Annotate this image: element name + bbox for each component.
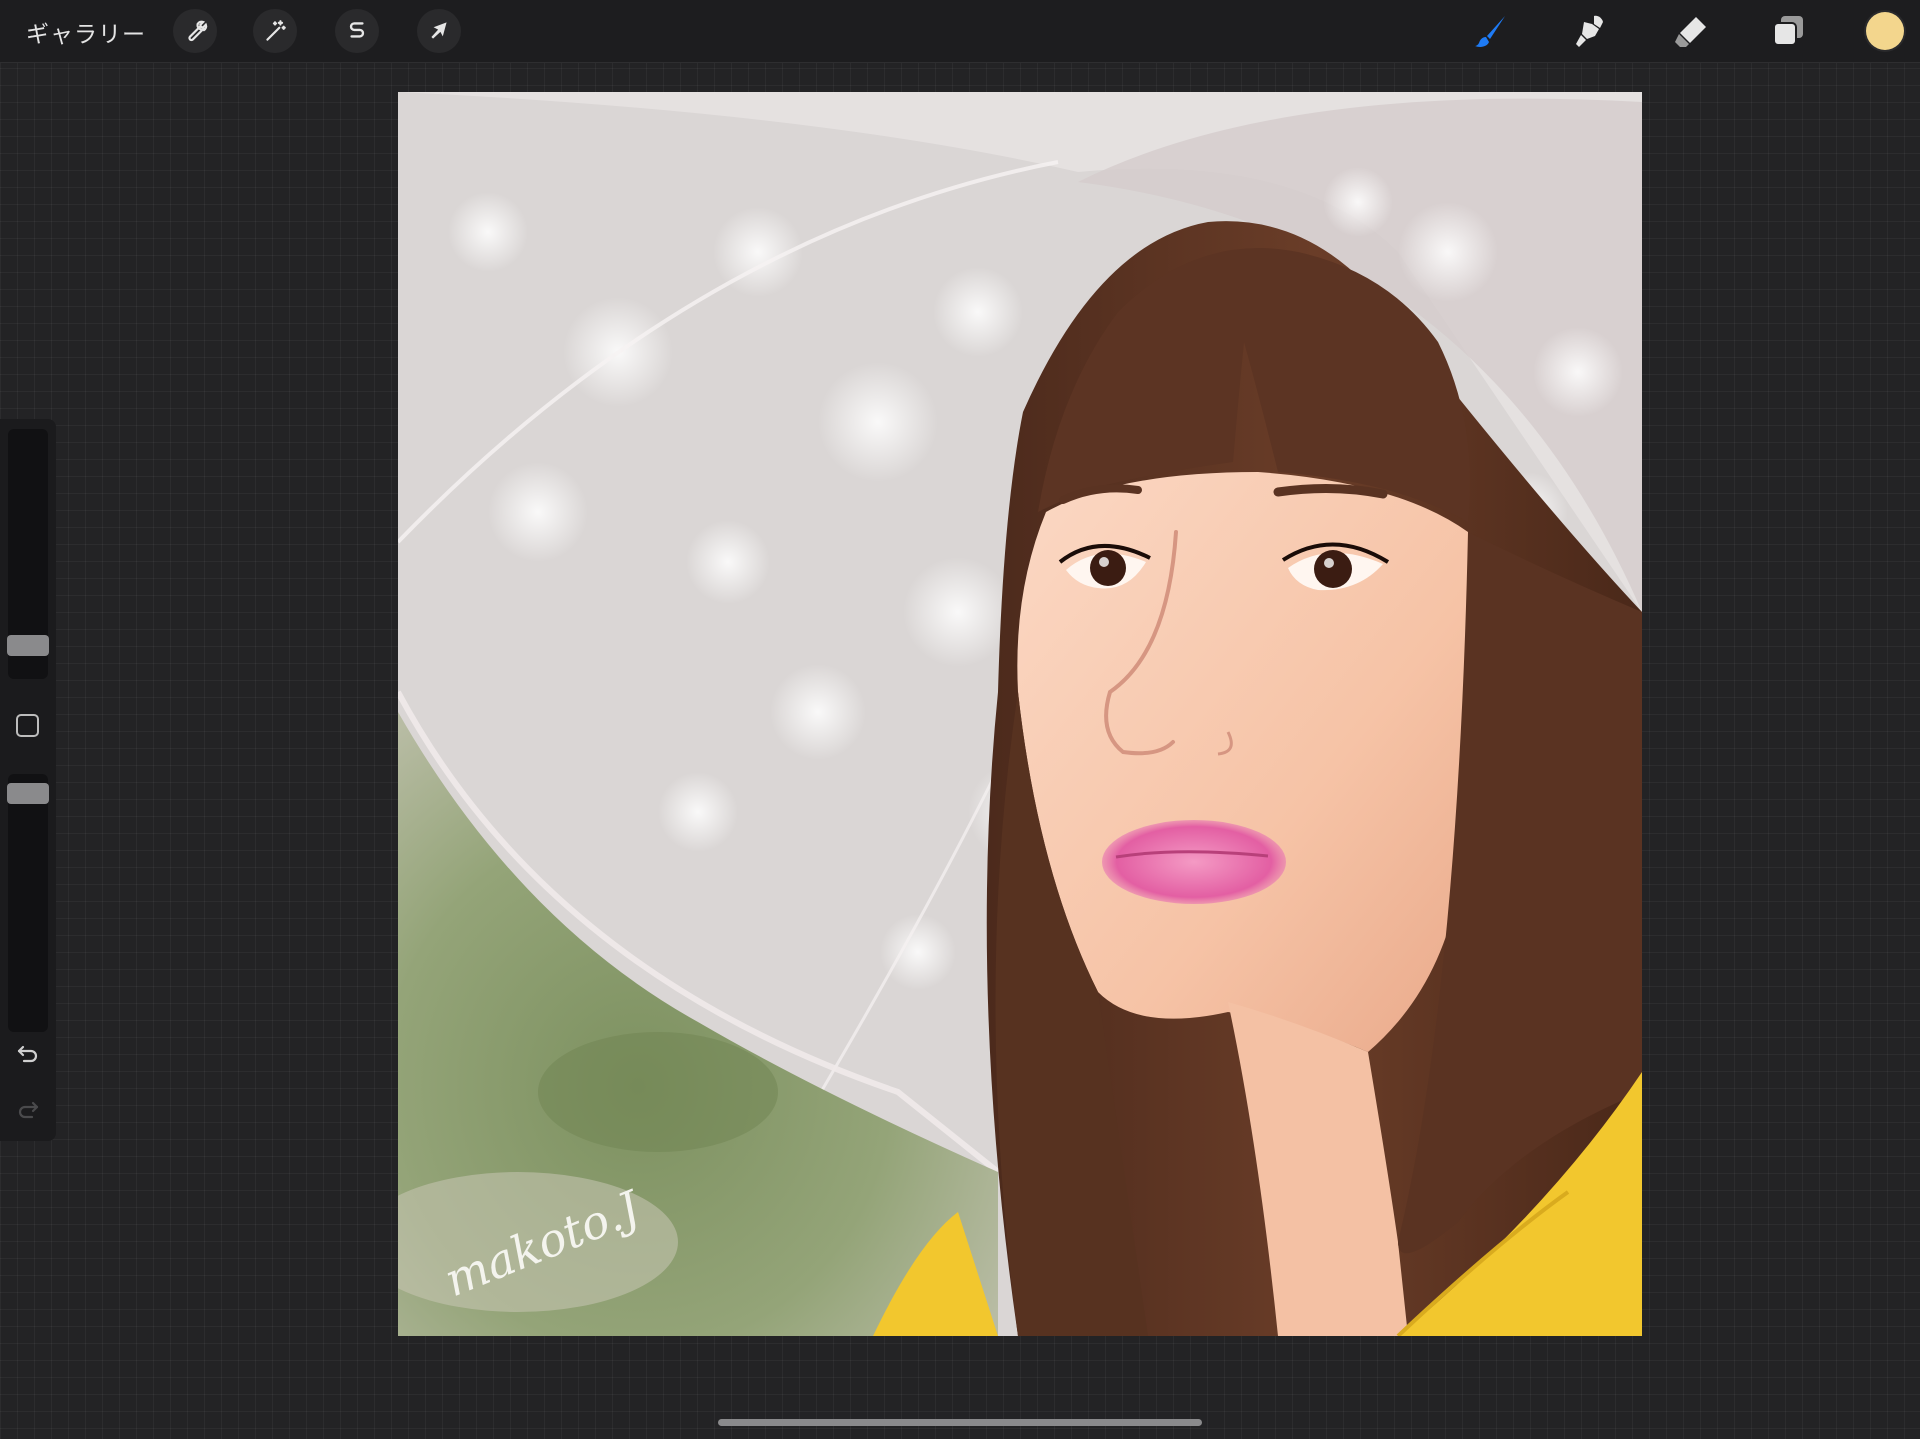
transform-button[interactable]: [417, 9, 461, 53]
transform-arrow-icon: [431, 22, 447, 39]
redo-button[interactable]: [13, 1095, 43, 1125]
adjustments-button[interactable]: [253, 9, 297, 53]
undo-icon: [17, 1045, 38, 1063]
layers-icon: [1773, 16, 1803, 46]
brush-icon: [1475, 16, 1505, 47]
brush-tool-button[interactable]: [1470, 10, 1512, 52]
smudge-icon: [1576, 15, 1603, 47]
left-sidebar: [0, 419, 56, 1141]
eraser-tool-button[interactable]: [1670, 10, 1712, 52]
wrench-icon: [188, 20, 208, 42]
modify-button[interactable]: [16, 714, 39, 737]
undo-button[interactable]: [13, 1039, 43, 1069]
magic-wand-icon: [266, 20, 286, 41]
top-toolbar: ギャラリー: [0, 0, 1920, 63]
home-indicator: [718, 1419, 1202, 1426]
opacity-thumb[interactable]: [7, 783, 49, 804]
opacity-slider[interactable]: [8, 774, 48, 1032]
actions-button[interactable]: [173, 9, 217, 53]
eraser-icon: [1675, 17, 1706, 47]
smudge-tool-button[interactable]: [1570, 10, 1612, 52]
layers-button[interactable]: [1767, 10, 1809, 52]
drawing-canvas[interactable]: makoto.J: [398, 92, 1642, 1336]
color-picker-button[interactable]: [1866, 12, 1904, 50]
brush-size-thumb[interactable]: [7, 635, 49, 656]
redo-icon: [18, 1101, 39, 1119]
selection-button[interactable]: [335, 9, 379, 53]
lips: [1102, 820, 1286, 904]
gallery-button[interactable]: ギャラリー: [26, 15, 146, 49]
selection-s-icon: [349, 22, 365, 38]
artwork: makoto.J: [398, 92, 1642, 1336]
